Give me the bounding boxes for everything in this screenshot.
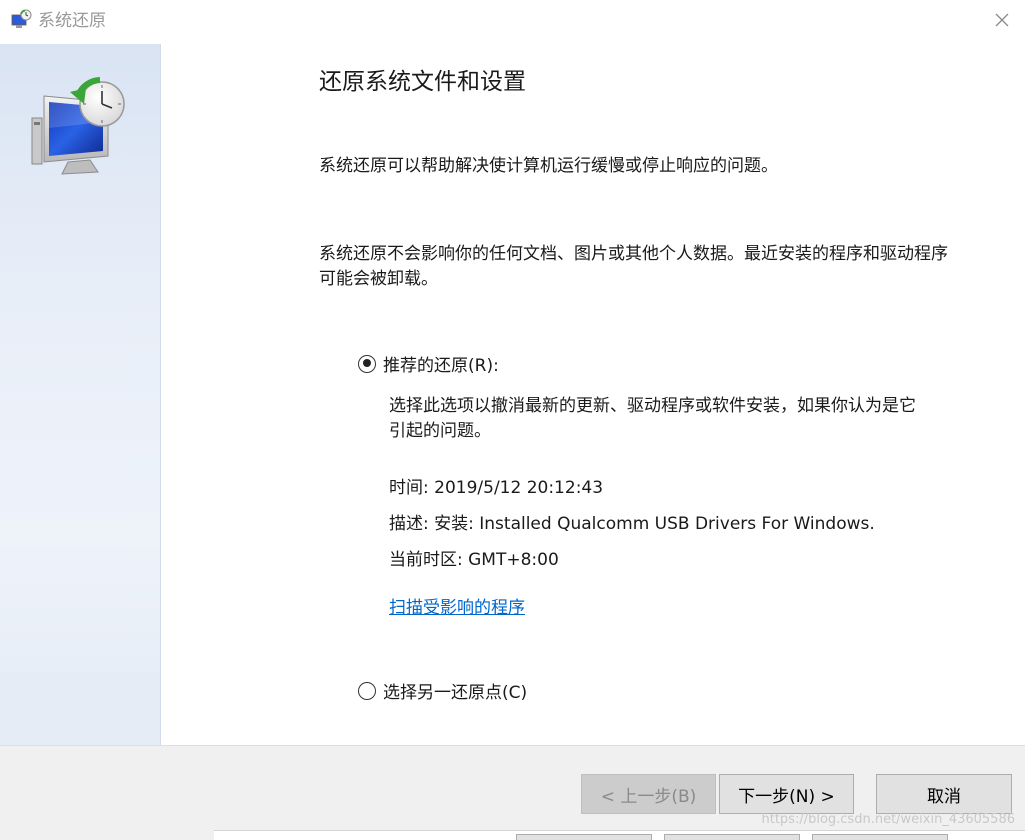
window-title: 系统还原 bbox=[38, 11, 106, 31]
recommended-restore-option[interactable]: 推荐的还原(R): bbox=[358, 351, 499, 376]
radio-recommended[interactable] bbox=[358, 354, 376, 373]
background-ok-button bbox=[516, 834, 652, 840]
scan-affected-programs-link[interactable]: 扫描受影响的程序 bbox=[389, 596, 525, 620]
system-restore-app-icon bbox=[10, 9, 32, 31]
restore-point-timezone: 当前时区: GMT+8:00 bbox=[389, 550, 559, 570]
radio-choose-another[interactable] bbox=[358, 681, 376, 700]
sidebar-panel bbox=[0, 44, 161, 745]
sidebar-footer bbox=[0, 672, 160, 745]
intro-text: 系统还原可以帮助解决使计算机运行缓慢或停止响应的问题。 bbox=[319, 156, 778, 176]
main-content: 还原系统文件和设置 系统还原可以帮助解决使计算机运行缓慢或停止响应的问题。 系统… bbox=[161, 44, 1025, 745]
back-button[interactable]: < 上一步(B) bbox=[581, 774, 716, 814]
restore-point-time: 时间: 2019/5/12 20:12:43 bbox=[389, 478, 604, 498]
next-button[interactable]: 下一步(N) > bbox=[719, 774, 854, 814]
page-title: 还原系统文件和设置 bbox=[319, 69, 526, 95]
system-restore-window: 系统还原 还原系统文件和设置 系统还原可以帮助解决使计算机运行缓慢或停止响应的问… bbox=[0, 0, 1025, 840]
note-text: 系统还原不会影响你的任何文档、图片或其他个人数据。最近安装的程序和驱动程序可能会… bbox=[319, 244, 948, 289]
title-bar: 系统还原 bbox=[0, 0, 1025, 44]
watermark-text: https://blog.csdn.net/weixin_43605586 bbox=[761, 812, 1015, 827]
background-apply-button bbox=[812, 834, 948, 840]
close-icon bbox=[994, 12, 1010, 32]
close-button[interactable] bbox=[979, 0, 1025, 44]
system-restore-icon bbox=[28, 74, 132, 178]
cancel-button[interactable]: 取消 bbox=[876, 774, 1012, 814]
recommended-restore-description: 选择此选项以撤消最新的更新、驱动程序或软件安装，如果你认为是它引起的问题。 bbox=[389, 396, 916, 441]
choose-another-restore-option[interactable]: 选择另一还原点(C) bbox=[358, 678, 527, 703]
choose-another-restore-label: 选择另一还原点(C) bbox=[383, 683, 528, 703]
background-cancel-button bbox=[664, 834, 800, 840]
recommended-restore-label: 推荐的还原(R): bbox=[383, 356, 499, 376]
restore-point-description: 描述: 安装: Installed Qualcomm USB Drivers F… bbox=[389, 514, 875, 534]
